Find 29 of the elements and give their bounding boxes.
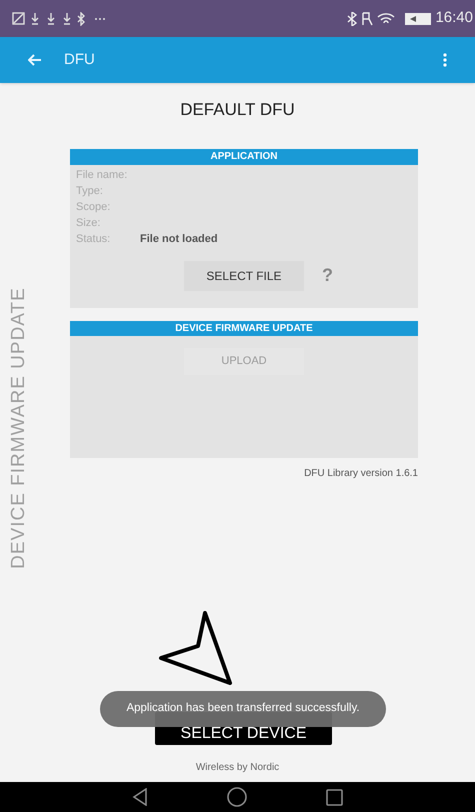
image-icon	[12, 12, 25, 26]
field-label: Type:	[76, 184, 104, 200]
bluetooth-icon	[347, 12, 358, 26]
library-version: DFU Library version 1.6.1	[304, 466, 418, 480]
field-label: Size:	[76, 216, 102, 232]
field-label: File name:	[76, 168, 128, 184]
side-label: DEVICE FIRMWARE UPDATE	[6, 287, 30, 569]
toast-message: Application has been transferred successfully.	[100, 691, 386, 727]
footer-text: Wireless by Nordic	[196, 761, 280, 775]
field-label: Status:	[76, 232, 112, 248]
panel-header: APPLICATION	[70, 148, 418, 164]
bluetooth-icon	[77, 12, 86, 26]
download-icon	[61, 12, 73, 26]
page-heading: DEFAULT DFU	[180, 99, 295, 121]
back-icon[interactable]	[132, 788, 148, 806]
download-icon	[29, 12, 41, 26]
battery-icon	[405, 12, 432, 24]
status-time: 16:40	[435, 8, 473, 28]
toolbar-title: DFU	[64, 50, 95, 70]
select-file-button[interactable]: SELECT FILE	[184, 260, 304, 290]
field-value: File not loaded	[140, 232, 218, 248]
overflow-menu-icon[interactable]	[443, 53, 447, 67]
home-icon[interactable]	[227, 787, 247, 807]
recents-icon[interactable]	[326, 788, 343, 806]
wifi-icon	[377, 12, 396, 26]
more-icon	[94, 16, 106, 20]
download-icon	[45, 12, 57, 26]
field-label: Scope:	[76, 200, 112, 216]
panel-header: DEVICE FIRMWARE UPDATE	[70, 320, 418, 336]
